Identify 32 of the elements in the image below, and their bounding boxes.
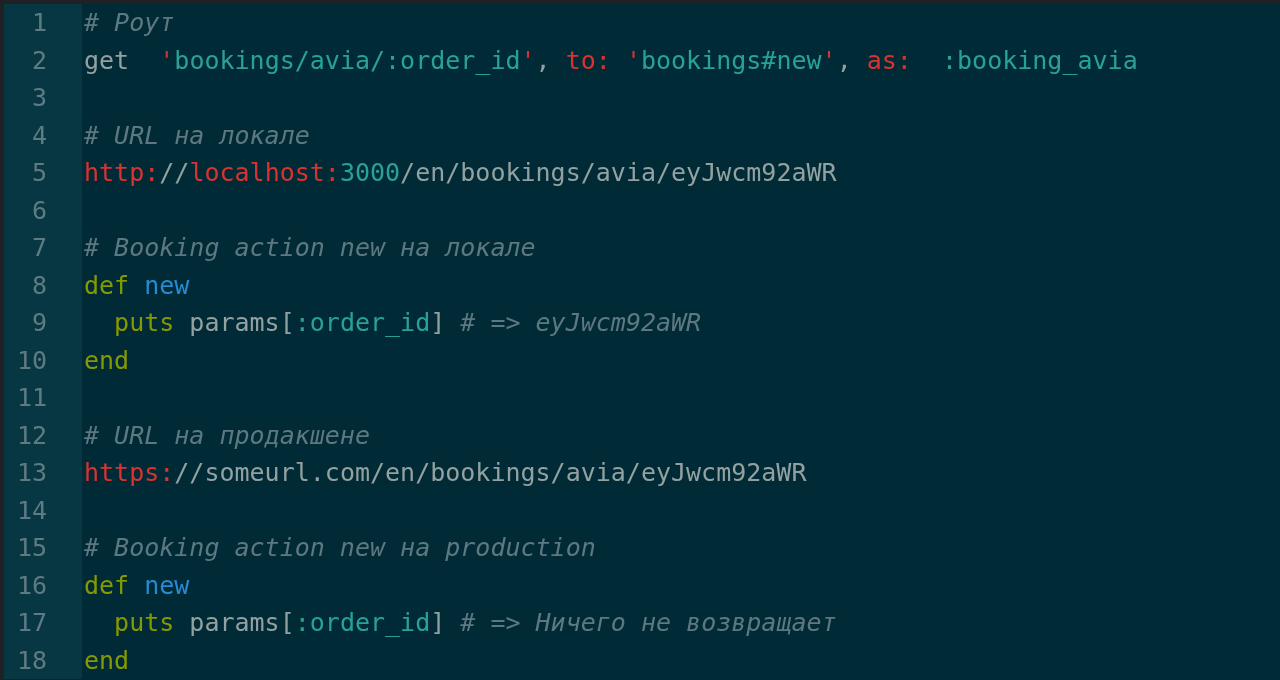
code-line: def new bbox=[83, 569, 190, 602]
code-line: get 'bookings/avia/:order_id', to: 'bookings#new', as: :booking_avia bbox=[83, 44, 1138, 77]
line-number: 2 bbox=[4, 41, 82, 79]
code-line: # Booking action new на локале bbox=[83, 232, 536, 265]
line-number: 9 bbox=[4, 304, 82, 342]
code-line: # Booking action new на production bbox=[83, 532, 596, 565]
line-number: 8 bbox=[4, 266, 82, 304]
code-line: def new bbox=[83, 269, 190, 302]
line-number: 1 bbox=[4, 4, 82, 42]
line-number: 18 bbox=[4, 641, 82, 679]
code-line: https://someurl.com/en/bookings/avia/eyJwcm92aWR bbox=[83, 457, 807, 490]
code-line: # URL на локале bbox=[83, 119, 310, 152]
code-line: puts params[:order_id] # => eyJwcm92aWR bbox=[113, 307, 702, 340]
line-number: 16 bbox=[4, 566, 82, 604]
code-line: # URL на продакшене bbox=[83, 419, 370, 452]
code-line: http://localhost:3000/en/bookings/avia/eyJwcm92aWR bbox=[83, 157, 837, 190]
code-line: puts params[:order_id] # => Ничего не возвращает bbox=[113, 607, 837, 640]
code-line: end bbox=[83, 344, 130, 377]
line-number: 10 bbox=[4, 341, 82, 379]
line-number: 12 bbox=[4, 416, 82, 454]
line-number: 11 bbox=[4, 379, 82, 417]
line-number: 13 bbox=[4, 454, 82, 492]
line-number: 4 bbox=[4, 116, 82, 154]
line-number: 14 bbox=[4, 491, 82, 529]
line-number: 6 bbox=[4, 191, 82, 229]
line-number: 3 bbox=[4, 79, 82, 117]
line-number: 17 bbox=[4, 604, 82, 642]
line-number: 15 bbox=[4, 529, 82, 567]
line-number: 7 bbox=[4, 229, 82, 267]
code-line: end bbox=[83, 644, 130, 677]
line-number: 5 bbox=[4, 154, 82, 192]
code-line: # Роут bbox=[83, 7, 175, 40]
